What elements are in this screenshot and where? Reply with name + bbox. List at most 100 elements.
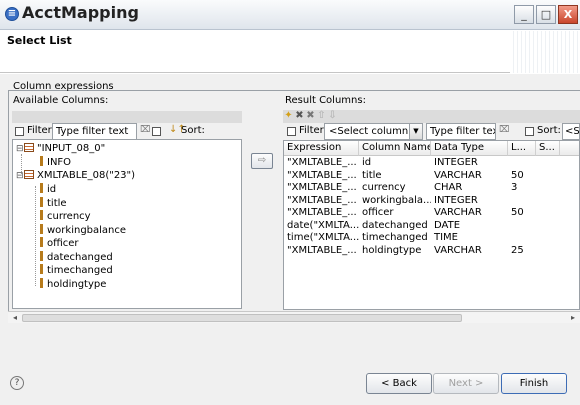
table-row[interactable]: "XMLTABLE_... id INTEGER: [284, 157, 579, 169]
move-up-icon[interactable]: ⇧: [316, 110, 327, 121]
result-filter-input[interactable]: Type filter text: [426, 123, 496, 140]
filter-option-checkbox[interactable]: [152, 127, 161, 136]
tree-item-holdingtype[interactable]: holdingtype: [40, 278, 106, 290]
scrollbar-thumb[interactable]: [22, 314, 462, 322]
result-sort-select[interactable]: <S: [562, 123, 580, 140]
table-cell[interactable]: [508, 232, 536, 244]
table-cell[interactable]: "XMLTABLE_...: [284, 245, 359, 257]
table-row[interactable]: "XMLTABLE_... title VARCHAR 50: [284, 170, 579, 182]
table-cell[interactable]: 50: [508, 207, 536, 219]
add-column-button[interactable]: ⇨: [251, 153, 273, 169]
table-cell[interactable]: [536, 232, 560, 244]
table-cell[interactable]: [508, 157, 536, 169]
table-cell[interactable]: VARCHAR: [431, 207, 508, 219]
finish-button[interactable]: Finish: [501, 373, 567, 394]
next-button[interactable]: Next >: [433, 373, 499, 394]
tree-item-id[interactable]: id: [40, 183, 56, 195]
column-header-data-type[interactable]: Data Type: [431, 141, 508, 156]
table-cell[interactable]: [508, 220, 536, 232]
tree-item-workingbalance[interactable]: workingbalance: [40, 224, 126, 236]
table-cell[interactable]: [536, 207, 560, 219]
tree-item-datechanged[interactable]: datechanged: [40, 251, 113, 263]
table-cell[interactable]: officer: [359, 207, 431, 219]
tree-node-xmltable[interactable]: ⊟ XMLTABLE_08("23"): [16, 170, 135, 181]
column-icon: [40, 278, 43, 288]
table-cell[interactable]: [536, 182, 560, 194]
table-cell[interactable]: VARCHAR: [431, 170, 508, 182]
table-cell[interactable]: currency: [359, 182, 431, 194]
table-cell[interactable]: time("XMLTA...: [284, 232, 359, 244]
filter-checkbox[interactable]: [15, 127, 24, 136]
table-cell[interactable]: timechanged: [359, 232, 431, 244]
table-cell[interactable]: [536, 170, 560, 182]
table-cell[interactable]: date("XMLTA...: [284, 220, 359, 232]
tree-item-title[interactable]: title: [40, 197, 67, 209]
clear-filter-icon[interactable]: ⌧: [140, 125, 150, 135]
table-cell[interactable]: INTEGER: [431, 157, 508, 169]
table-cell[interactable]: "XMLTABLE_...: [284, 170, 359, 182]
delete-all-icon[interactable]: ✖: [305, 110, 316, 121]
select-column-dropdown[interactable]: <Select column>: [324, 123, 417, 140]
table-cell[interactable]: [536, 195, 560, 207]
table-cell[interactable]: datechanged: [359, 220, 431, 232]
table-cell[interactable]: [536, 157, 560, 169]
result-sort-checkbox[interactable]: [525, 127, 534, 136]
column-header-expression[interactable]: Expression: [284, 141, 359, 156]
scroll-right-icon[interactable]: ▸: [567, 313, 579, 323]
result-filter-checkbox[interactable]: [287, 127, 296, 136]
filter-label: Filter:: [27, 125, 55, 136]
table-row[interactable]: date("XMLTA... datechanged DATE: [284, 220, 579, 232]
delete-icon[interactable]: ✖: [294, 110, 305, 121]
table-row[interactable]: time("XMLTA... timechanged TIME: [284, 232, 579, 244]
help-icon[interactable]: ?: [10, 376, 24, 390]
tree-item-info[interactable]: INFO: [40, 156, 71, 168]
table-cell[interactable]: INTEGER: [431, 195, 508, 207]
tree-item-timechanged[interactable]: timechanged: [40, 264, 113, 276]
table-cell[interactable]: "XMLTABLE_...: [284, 157, 359, 169]
table-cell[interactable]: 50: [508, 170, 536, 182]
collapse-icon[interactable]: ⊟: [16, 144, 24, 154]
table-cell[interactable]: 3: [508, 182, 536, 194]
chevron-down-icon[interactable]: ▼: [409, 123, 423, 140]
maximize-button[interactable]: □: [536, 5, 556, 24]
table-cell[interactable]: VARCHAR: [431, 245, 508, 257]
table-row[interactable]: "XMLTABLE_... currency CHAR 3: [284, 182, 579, 194]
column-header-scale[interactable]: S...: [536, 141, 560, 156]
horizontal-scrollbar[interactable]: ◂ ▸: [8, 311, 580, 323]
table-row[interactable]: "XMLTABLE_... workingbala... INTEGER: [284, 195, 579, 207]
table-cell[interactable]: title: [359, 170, 431, 182]
table-row[interactable]: "XMLTABLE_... holdingtype VARCHAR 25: [284, 245, 579, 257]
table-cell[interactable]: "XMLTABLE_...: [284, 182, 359, 194]
table-icon: [24, 143, 34, 152]
table-cell[interactable]: [536, 220, 560, 232]
table-cell[interactable]: workingbala...: [359, 195, 431, 207]
tree-item-label: id: [47, 184, 57, 195]
move-down-icon[interactable]: ⇩: [327, 110, 338, 121]
tree-node-input[interactable]: ⊟ "INPUT_08_0": [16, 143, 105, 154]
result-columns-table[interactable]: Expression Column Name Data Type L... S.…: [283, 140, 580, 310]
scroll-left-icon[interactable]: ◂: [9, 313, 21, 323]
available-filter-input[interactable]: Type filter text: [52, 123, 137, 140]
tree-item-officer[interactable]: officer: [40, 237, 79, 249]
table-cell[interactable]: 25: [508, 245, 536, 257]
table-cell[interactable]: holdingtype: [359, 245, 431, 257]
table-cell[interactable]: CHAR: [431, 182, 508, 194]
collapse-icon[interactable]: ⊟: [16, 171, 24, 181]
table-cell[interactable]: DATE: [431, 220, 508, 232]
table-cell[interactable]: TIME: [431, 232, 508, 244]
table-row[interactable]: "XMLTABLE_... officer VARCHAR 50: [284, 207, 579, 219]
minimize-button[interactable]: _: [514, 5, 534, 24]
table-cell[interactable]: id: [359, 157, 431, 169]
available-columns-tree[interactable]: ⊟ "INPUT_08_0" INFO ⊟ XMLTABLE_08("23") id…: [12, 139, 242, 309]
column-header-column-name[interactable]: Column Name: [359, 141, 431, 156]
column-header-length[interactable]: L...: [508, 141, 536, 156]
tree-item-currency[interactable]: currency: [40, 210, 91, 222]
table-cell[interactable]: [536, 245, 560, 257]
back-button[interactable]: < Back: [366, 373, 432, 394]
add-row-icon[interactable]: ✦: [283, 110, 294, 121]
table-cell[interactable]: "XMLTABLE_...: [284, 195, 359, 207]
table-cell[interactable]: "XMLTABLE_...: [284, 207, 359, 219]
clear-filter-icon[interactable]: ⌧: [499, 125, 509, 135]
table-cell[interactable]: [508, 195, 536, 207]
close-button[interactable]: X: [558, 5, 578, 24]
